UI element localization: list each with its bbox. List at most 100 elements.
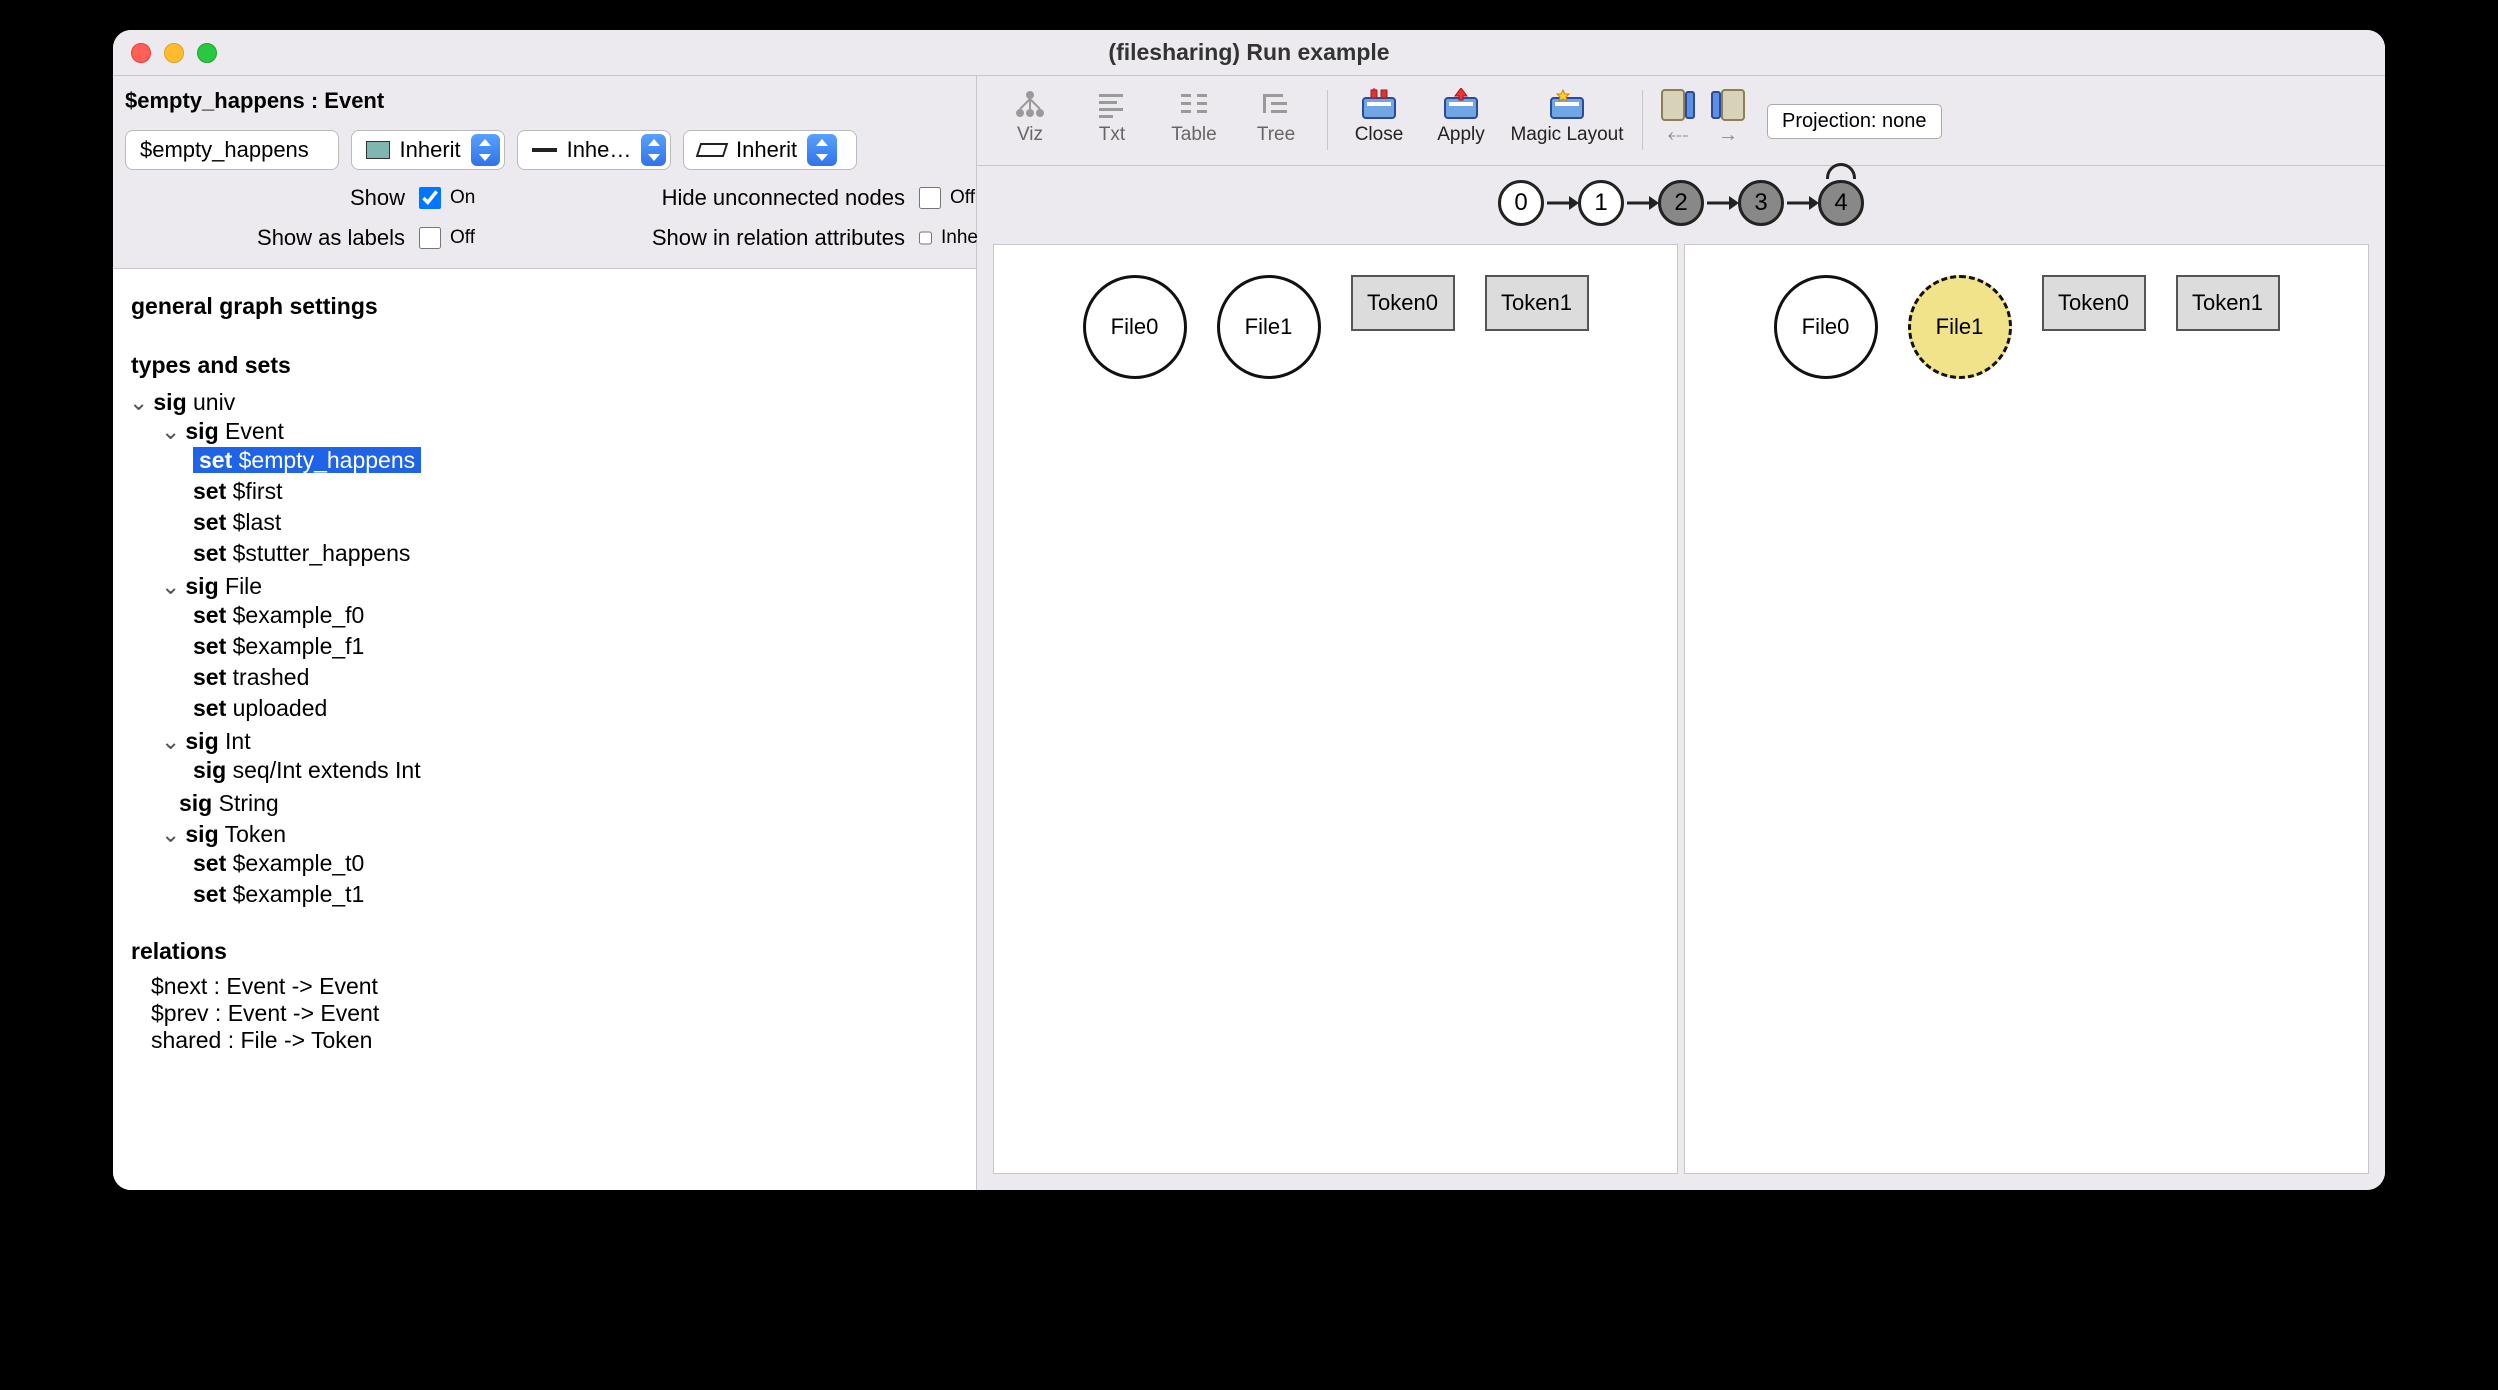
line-style-icon: [532, 148, 557, 152]
tree-node-example-f1[interactable]: set $example_f1: [193, 631, 966, 662]
viz-button[interactable]: Viz: [989, 86, 1071, 146]
set-keyword: set: [193, 633, 226, 659]
state-2[interactable]: 2: [1658, 180, 1704, 226]
tree-pane[interactable]: general graph settings types and sets ⌄ …: [113, 269, 976, 1190]
scroll-prev-icon: [1660, 88, 1696, 122]
scroll-next-button[interactable]: →: [1703, 86, 1753, 147]
state-canvas-left[interactable]: File0 File1 Token0 Token1: [993, 244, 1678, 1174]
state-0[interactable]: 0: [1498, 180, 1544, 226]
close-window-button[interactable]: [131, 43, 151, 63]
relation-prev[interactable]: $prev : Event -> Event: [151, 1000, 966, 1027]
tree-node-token[interactable]: ⌄ sig Token set $example_t0 set $example…: [161, 819, 966, 912]
tree-label: Int: [225, 728, 251, 754]
chevron-down-icon[interactable]: ⌄: [161, 821, 179, 848]
hide-unconnected-toggle[interactable]: Off: [915, 184, 975, 212]
tree-node-empty-happens[interactable]: set $empty_happens: [193, 445, 966, 476]
content: $empty_happens : Event $empty_happens In…: [113, 76, 2385, 1190]
chevron-down-icon[interactable]: ⌄: [161, 573, 179, 600]
tree-node-stutter-happens[interactable]: set $stutter_happens: [193, 538, 966, 569]
tree-node-int[interactable]: ⌄ sig Int sig seq/Int extends Int: [161, 726, 966, 788]
table-button[interactable]: Table: [1153, 86, 1235, 146]
magic-layout-button[interactable]: Magic Layout: [1502, 86, 1632, 146]
relation-shared[interactable]: shared : File -> Token: [151, 1027, 966, 1054]
loop-icon: [1826, 163, 1856, 179]
state-label: 4: [1834, 189, 1847, 217]
relation-next[interactable]: $next : Event -> Event: [151, 973, 966, 1000]
tree-node-event[interactable]: ⌄ sig Event set $empty_happens: [161, 416, 966, 571]
node-label: Token1: [1501, 290, 1572, 316]
state-1[interactable]: 1: [1578, 180, 1624, 226]
zoom-window-button[interactable]: [197, 43, 217, 63]
shape-combo[interactable]: Inherit: [683, 130, 857, 170]
stepper-icon[interactable]: [471, 134, 500, 166]
tree-node-uploaded[interactable]: set uploaded: [193, 693, 966, 724]
tree-graph-icon: [1014, 89, 1046, 121]
close-button[interactable]: Close: [1338, 86, 1420, 146]
line-combo[interactable]: Inhe…: [517, 130, 671, 170]
stepper-icon[interactable]: [807, 134, 837, 166]
chevron-down-icon[interactable]: ⌄: [161, 728, 179, 755]
tree-node-trashed[interactable]: set trashed: [193, 662, 966, 693]
tree-label: $first: [233, 478, 283, 504]
scroll-next-icon: [1710, 88, 1746, 122]
show-as-labels-checkbox[interactable]: [419, 227, 441, 249]
stepper-icon[interactable]: [641, 134, 666, 166]
hide-unconnected-label: Hide unconnected nodes: [545, 185, 915, 211]
tree-label: String: [219, 790, 279, 816]
node-token0[interactable]: Token0: [1351, 275, 1455, 331]
show-as-labels-toggle[interactable]: Off: [415, 224, 545, 252]
tree-node-last[interactable]: set $last: [193, 507, 966, 538]
node-file0[interactable]: File0: [1774, 275, 1878, 379]
tree-node-seqint[interactable]: sig seq/Int extends Int: [193, 755, 966, 786]
tree-node-file[interactable]: ⌄ sig File set $example_f0 set $example_…: [161, 571, 966, 726]
show-as-labels-value: Off: [450, 227, 475, 249]
tree-button[interactable]: Tree: [1235, 86, 1317, 146]
show-checkbox[interactable]: [419, 187, 441, 209]
show-in-relation-checkbox[interactable]: [919, 227, 932, 249]
magic-layout-icon: [1547, 88, 1587, 122]
show-toggle[interactable]: On: [415, 184, 545, 212]
hide-unconnected-checkbox[interactable]: [919, 187, 941, 209]
sig-keyword: sig: [185, 821, 218, 847]
sig-keyword: sig: [179, 790, 212, 816]
node-label: File0: [1802, 314, 1850, 340]
node-file1[interactable]: File1: [1217, 275, 1321, 379]
node-token1[interactable]: Token1: [1485, 275, 1589, 331]
node-token0[interactable]: Token0: [2042, 275, 2146, 331]
node-file0[interactable]: File0: [1083, 275, 1187, 379]
inspector-grid: Show On Hide unconnected nodes Off Show …: [125, 184, 964, 252]
name-field[interactable]: $empty_happens: [125, 130, 339, 170]
show-in-relation-label: Show in relation attributes: [545, 225, 915, 251]
node-file1-highlight[interactable]: File1: [1908, 275, 2012, 379]
set-keyword: set: [193, 478, 226, 504]
scroll-prev-button[interactable]: ⤎: [1653, 86, 1703, 147]
state-4[interactable]: 4: [1818, 180, 1864, 226]
node-token1[interactable]: Token1: [2176, 275, 2280, 331]
toolbar-separator: [1327, 90, 1328, 150]
tree-node-example-t0[interactable]: set $example_t0: [193, 848, 966, 879]
tree-node-first[interactable]: set $first: [193, 476, 966, 507]
node-label: File1: [1245, 314, 1293, 340]
left-panel: $empty_happens : Event $empty_happens In…: [113, 76, 977, 1190]
apply-theme-icon: [1441, 88, 1481, 122]
tree-node-string[interactable]: sig String: [161, 788, 966, 819]
shape-style-icon: [696, 143, 729, 157]
tree-label: univ: [193, 389, 235, 415]
tree-node-example-f0[interactable]: set $example_f0: [193, 600, 966, 631]
minimize-window-button[interactable]: [164, 43, 184, 63]
show-in-relation-toggle[interactable]: Inherited: [915, 224, 975, 252]
node-label: File0: [1111, 314, 1159, 340]
relations-list: $next : Event -> Event $prev : Event -> …: [123, 973, 966, 1054]
state-3[interactable]: 3: [1738, 180, 1784, 226]
txt-button[interactable]: Txt: [1071, 86, 1153, 146]
projection-button[interactable]: Projection: none: [1767, 104, 1942, 139]
chevron-down-icon[interactable]: ⌄: [129, 389, 147, 416]
tree-node-univ[interactable]: ⌄ sig univ ⌄ sig Event: [129, 387, 966, 914]
apply-button[interactable]: Apply: [1420, 86, 1502, 146]
state-canvas-right[interactable]: File0 File1 Token0 Token1: [1684, 244, 2369, 1174]
state-label: 2: [1674, 189, 1687, 217]
tree-node-example-t1[interactable]: set $example_t1: [193, 879, 966, 910]
color-combo[interactable]: Inherit: [351, 130, 505, 170]
general-graph-settings[interactable]: general graph settings: [123, 285, 966, 328]
chevron-down-icon[interactable]: ⌄: [161, 418, 179, 445]
